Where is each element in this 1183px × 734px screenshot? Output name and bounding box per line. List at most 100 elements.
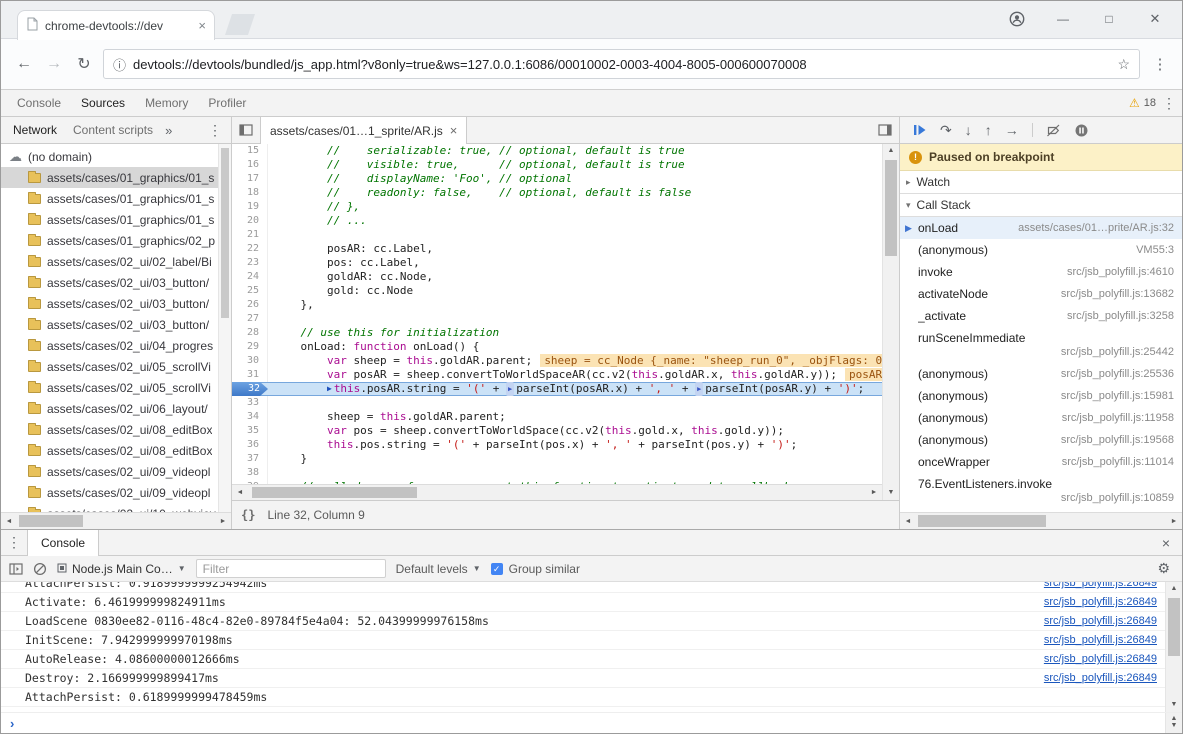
scroll-left-icon[interactable]: ◄ bbox=[232, 489, 248, 496]
line-number[interactable]: 34 bbox=[232, 410, 268, 424]
code-text[interactable]: // }, bbox=[268, 200, 882, 214]
devtools-menu-icon[interactable]: ⋮ bbox=[1156, 95, 1182, 112]
call-stack-frame[interactable]: (anonymous)VM55:3 bbox=[900, 239, 1182, 261]
forward-button[interactable]: → bbox=[39, 55, 69, 73]
console-message-link[interactable]: src/jsb_polyfill.js:26849 bbox=[1044, 631, 1157, 649]
code-text[interactable]: onLoad: function onLoad() { bbox=[268, 340, 882, 354]
call-stack-frame[interactable]: (anonymous)src/jsb_polyfill.js:25536 bbox=[900, 363, 1182, 385]
tree-item[interactable]: assets/cases/02_ui/03_button/ bbox=[1, 272, 231, 293]
call-stack-frame[interactable]: (anonymous)src/jsb_polyfill.js:11958 bbox=[900, 407, 1182, 429]
line-number[interactable]: 32 bbox=[232, 382, 268, 396]
line-number[interactable]: 25 bbox=[232, 284, 268, 298]
code-text[interactable]: sheep = this.goldAR.parent; bbox=[268, 410, 882, 424]
console-message-link[interactable]: src/jsb_polyfill.js:26849 bbox=[1044, 593, 1157, 611]
line-number[interactable]: 19 bbox=[232, 200, 268, 214]
code-editor[interactable]: 15 // serializable: true, // optional, d… bbox=[232, 144, 882, 484]
step-into-button[interactable]: ↓ bbox=[965, 122, 972, 138]
line-number[interactable]: 15 bbox=[232, 144, 268, 158]
tree-item[interactable]: assets/cases/02_ui/09_videopl bbox=[1, 482, 231, 503]
page-info-icon[interactable]: ⓘ bbox=[113, 55, 126, 74]
log-levels-dropdown[interactable]: Default levels ▼ bbox=[396, 562, 481, 576]
tab-close-icon[interactable]: × bbox=[198, 18, 206, 33]
prompt-scrollbar[interactable]: ▲ ▼ bbox=[1165, 713, 1182, 733]
line-number[interactable]: 35 bbox=[232, 424, 268, 438]
watch-section-header[interactable]: ▸ Watch bbox=[900, 171, 1182, 194]
code-text[interactable]: // visible: true, // optional, default i… bbox=[268, 158, 882, 172]
call-stack-frame[interactable]: runSceneImmediatesrc/jsb_polyfill.js:254… bbox=[900, 327, 1182, 363]
navigator-vertical-scrollbar[interactable] bbox=[218, 144, 231, 512]
code-text[interactable]: // serializable: true, // optional, defa… bbox=[268, 144, 882, 158]
settings-gear-icon[interactable]: ⚙ bbox=[1157, 560, 1174, 577]
code-text[interactable]: posAR: cc.Label, bbox=[268, 242, 882, 256]
tab-content-scripts[interactable]: Content scripts bbox=[65, 123, 161, 137]
code-text[interactable]: } bbox=[268, 452, 882, 466]
scroll-up-icon[interactable]: ▲ bbox=[883, 144, 899, 158]
tree-item[interactable]: assets/cases/02_ui/04_progres bbox=[1, 335, 231, 356]
call-stack-frame[interactable]: onceWrappersrc/jsb_polyfill.js:11014 bbox=[900, 451, 1182, 473]
tree-item[interactable]: assets/cases/02_ui/08_editBox bbox=[1, 440, 231, 461]
tree-item[interactable]: assets/cases/02_ui/03_button/ bbox=[1, 293, 231, 314]
toggle-navigator-icon[interactable] bbox=[232, 117, 260, 143]
code-text[interactable] bbox=[268, 312, 882, 326]
scroll-right-icon[interactable]: ► bbox=[866, 489, 882, 496]
console-sidebar-icon[interactable] bbox=[9, 563, 23, 575]
tree-item[interactable]: assets/cases/02_ui/06_layout/ bbox=[1, 398, 231, 419]
resume-button[interactable] bbox=[912, 123, 927, 137]
line-number[interactable]: 16 bbox=[232, 158, 268, 172]
line-number[interactable]: 36 bbox=[232, 438, 268, 452]
debugger-horizontal-scrollbar[interactable]: ◄ ► bbox=[900, 512, 1182, 529]
tree-item[interactable]: assets/cases/02_ui/05_scrollVi bbox=[1, 377, 231, 398]
tab-profiler[interactable]: Profiler bbox=[198, 90, 256, 116]
code-text[interactable]: ▶this.posAR.string = '(' + ▶parseInt(pos… bbox=[268, 382, 882, 396]
tree-item[interactable]: assets/cases/01_graphics/01_s bbox=[1, 188, 231, 209]
step-over-button[interactable]: ↷ bbox=[940, 122, 952, 139]
line-number[interactable]: 26 bbox=[232, 298, 268, 312]
file-tab-close-icon[interactable]: × bbox=[450, 123, 458, 138]
new-tab-button[interactable] bbox=[225, 14, 255, 35]
console-message-link[interactable]: src/jsb_polyfill.js:26849 bbox=[1044, 612, 1157, 630]
tab-overflow-icon[interactable]: » bbox=[161, 123, 176, 138]
line-number[interactable]: 18 bbox=[232, 186, 268, 200]
code-text[interactable]: }, bbox=[268, 298, 882, 312]
code-text[interactable] bbox=[268, 396, 882, 410]
console-prompt[interactable]: › ▲ ▼ bbox=[1, 712, 1182, 733]
call-stack-frame[interactable]: activateNodesrc/jsb_polyfill.js:13682 bbox=[900, 283, 1182, 305]
code-text[interactable]: pos: cc.Label, bbox=[268, 256, 882, 270]
browser-menu-icon[interactable]: ⋮ bbox=[1146, 55, 1174, 73]
tree-item[interactable]: assets/cases/02_ui/09_videopl bbox=[1, 461, 231, 482]
tab-console[interactable]: Console bbox=[7, 90, 71, 116]
code-text[interactable]: var posAR = sheep.convertToWorldSpaceAR(… bbox=[268, 368, 882, 382]
tree-item[interactable]: assets/cases/01_graphics/01_s bbox=[1, 209, 231, 230]
line-number[interactable]: 38 bbox=[232, 466, 268, 480]
navigator-horizontal-scrollbar[interactable]: ◄ ► bbox=[1, 512, 231, 529]
filter-input[interactable] bbox=[196, 559, 386, 578]
warning-badge[interactable]: ⚠ 18 bbox=[1129, 96, 1156, 110]
scroll-down-icon[interactable]: ▼ bbox=[1166, 719, 1182, 733]
code-text[interactable]: // ... bbox=[268, 214, 882, 228]
call-stack-frame[interactable]: invokesrc/jsb_polyfill.js:4610 bbox=[900, 261, 1182, 283]
toggle-debugger-sidebar-icon[interactable] bbox=[871, 117, 899, 143]
tree-item[interactable]: assets/cases/02_ui/02_label/Bi bbox=[1, 251, 231, 272]
close-button[interactable]: ✕ bbox=[1132, 5, 1178, 33]
navigator-menu-icon[interactable]: ⋮ bbox=[203, 122, 227, 139]
step-out-button[interactable]: ↑ bbox=[985, 122, 992, 138]
browser-tab[interactable]: chrome-devtools://dev × bbox=[17, 10, 215, 40]
step-button[interactable]: → bbox=[1005, 122, 1019, 138]
tab-sources[interactable]: Sources bbox=[71, 90, 135, 116]
line-number[interactable]: 22 bbox=[232, 242, 268, 256]
console-vertical-scrollbar[interactable]: ▲ ▼ bbox=[1165, 582, 1182, 712]
group-similar-checkbox[interactable]: ✓ Group similar bbox=[491, 562, 580, 576]
scroll-left-icon[interactable]: ◄ bbox=[900, 518, 916, 525]
line-number[interactable]: 29 bbox=[232, 340, 268, 354]
code-text[interactable]: var sheep = this.goldAR.parent;sheep = c… bbox=[268, 354, 882, 368]
tab-network[interactable]: Network bbox=[5, 123, 65, 137]
tree-item[interactable]: assets/cases/02_ui/03_button/ bbox=[1, 314, 231, 335]
line-number[interactable]: 28 bbox=[232, 326, 268, 340]
scroll-right-icon[interactable]: ► bbox=[215, 518, 231, 525]
drawer-tab-console[interactable]: Console bbox=[27, 530, 99, 556]
tree-item[interactable]: assets/cases/01_graphics/02_p bbox=[1, 230, 231, 251]
context-selector[interactable]: Node.js Main Co… ▼ bbox=[57, 562, 186, 576]
scroll-down-icon[interactable]: ▼ bbox=[883, 486, 899, 500]
console-message-link[interactable]: src/jsb_polyfill.js:26849 bbox=[1044, 582, 1157, 592]
scroll-up-icon[interactable]: ▲ bbox=[1166, 582, 1182, 596]
